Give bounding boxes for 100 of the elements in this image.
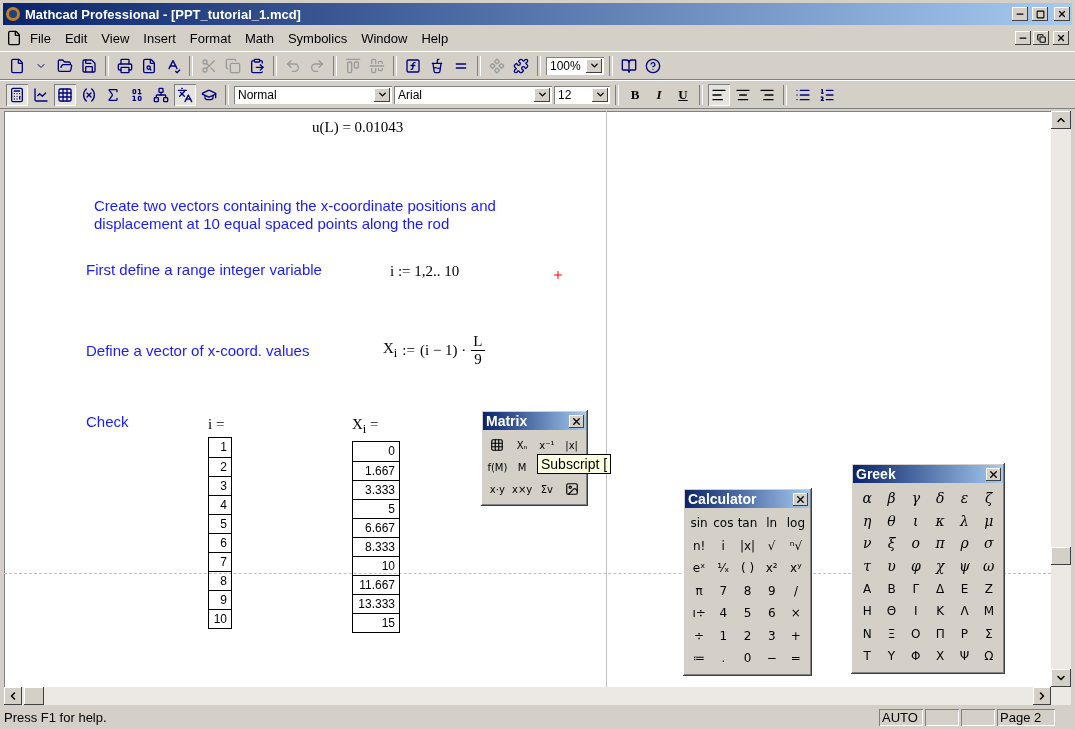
palette-key[interactable]: Κ — [928, 599, 953, 623]
palette-key[interactable]: 5 — [735, 602, 760, 625]
matrix-toolbar-button[interactable] — [54, 83, 76, 106]
palette-key[interactable]: tan — [735, 512, 760, 535]
palette-key[interactable]: n! — [687, 534, 712, 557]
align-left-button[interactable] — [708, 83, 730, 106]
palette-key[interactable]: 3 — [759, 624, 784, 647]
palette-key[interactable]: α — [855, 487, 880, 510]
palette-key[interactable]: Χ — [928, 645, 953, 668]
minimize-button[interactable] — [1012, 7, 1028, 21]
palette-key[interactable]: ε — [952, 487, 977, 510]
palette-key[interactable]: θ — [879, 509, 904, 533]
menu-item[interactable]: Help — [415, 28, 455, 48]
palette-key[interactable]: Xₙ — [509, 434, 535, 456]
palette-key[interactable]: γ — [903, 487, 928, 510]
palette-key[interactable]: ο — [903, 532, 928, 555]
palette-key[interactable]: + — [783, 624, 808, 647]
menu-item[interactable]: View — [95, 28, 136, 48]
palette-key[interactable]: κ — [928, 509, 953, 533]
palette-key[interactable]: i — [711, 534, 736, 557]
palette-key[interactable]: Α — [855, 577, 880, 600]
greek-letters-toolbar-button[interactable] — [174, 83, 196, 106]
palette-key[interactable]: Β — [879, 577, 904, 600]
palette-key[interactable]: ÷ — [687, 624, 712, 647]
restore-button[interactable] — [1033, 31, 1049, 45]
palette-key[interactable]: λ — [952, 509, 977, 533]
palette-key[interactable]: x×y — [509, 478, 535, 500]
palette-key[interactable]: Σv — [534, 478, 560, 500]
palette-key[interactable]: υ — [879, 554, 904, 578]
palette-key[interactable]: Ι — [903, 599, 928, 623]
scroll-right-button[interactable] — [1033, 687, 1051, 705]
palette-key[interactable]: Φ — [903, 645, 928, 668]
palette-key[interactable]: Ζ — [976, 577, 1001, 600]
palette-key[interactable]: π — [687, 579, 712, 602]
palette-key[interactable]: ζ — [976, 487, 1001, 510]
palette-key[interactable]: 4 — [711, 602, 736, 625]
palette-key[interactable]: Λ — [952, 599, 977, 623]
palette-key[interactable]: ⁿ√ — [783, 534, 808, 557]
palette-key[interactable]: log — [783, 512, 808, 535]
palette-key[interactable]: √ — [759, 534, 784, 557]
palette-key[interactable]: Σ — [976, 622, 1001, 646]
palette-key[interactable]: . — [711, 647, 736, 670]
palette-key[interactable]: = — [783, 647, 808, 670]
palette-key[interactable]: π — [928, 532, 953, 555]
palette-key[interactable]: Ρ — [952, 622, 977, 646]
zoom-dropdown[interactable]: 100% — [546, 56, 604, 75]
palette-key[interactable]: δ — [928, 487, 953, 510]
close-button[interactable] — [569, 414, 584, 428]
close-button[interactable] — [1054, 7, 1070, 21]
palette-key[interactable]: |x| — [559, 434, 584, 456]
palette-key[interactable]: Ο — [903, 622, 928, 646]
menu-item[interactable]: Format — [183, 28, 237, 48]
palette-key[interactable]: x·y — [485, 478, 510, 500]
menu-item[interactable]: Insert — [137, 28, 182, 48]
palette-key[interactable]: ι — [903, 509, 928, 533]
scrollbar-thumb[interactable] — [1051, 547, 1071, 565]
font-size-dropdown[interactable]: 12 — [554, 85, 610, 104]
palette-key[interactable]: 9 — [759, 579, 784, 602]
palette-key[interactable]: η — [855, 509, 880, 533]
palette-key[interactable]: ln — [759, 512, 784, 535]
text-style-button[interactable]: U — [672, 83, 694, 106]
menu-item[interactable]: Edit — [58, 28, 94, 48]
palette-key[interactable]: Ψ — [952, 645, 977, 668]
palette-key[interactable]: ≔ — [687, 647, 712, 670]
palette-key[interactable]: σ — [976, 532, 1001, 555]
palette-key[interactable]: / — [783, 579, 808, 602]
palette-key[interactable]: ν — [855, 532, 880, 555]
palette-key[interactable]: × — [783, 602, 808, 625]
palette-key[interactable]: ı÷ — [687, 602, 712, 625]
palette-key[interactable]: eˣ — [687, 557, 712, 580]
palette-key[interactable]: χ — [928, 554, 953, 578]
palette-key[interactable]: μ — [976, 509, 1001, 533]
palette-key[interactable]: x² — [759, 557, 784, 580]
palette-key[interactable]: x⁻¹ — [534, 434, 560, 456]
palette-key[interactable]: Θ — [879, 599, 904, 623]
palette-key[interactable]: τ — [855, 554, 880, 578]
palette-key[interactable]: f(M) — [485, 456, 510, 478]
text-style-button[interactable]: B — [624, 83, 646, 106]
text-style-button[interactable]: I — [648, 83, 670, 106]
palette-key[interactable]: Ω — [976, 645, 1001, 668]
palette-key[interactable]: 0 — [735, 647, 760, 670]
palette-key[interactable]: Μ — [976, 599, 1001, 623]
scrollbar-thumb[interactable] — [24, 687, 44, 705]
palette-key[interactable]: ω — [976, 554, 1001, 578]
font-dropdown[interactable]: Arial — [394, 85, 552, 104]
palette-key[interactable]: 1 — [711, 624, 736, 647]
scroll-left-button[interactable] — [4, 687, 22, 705]
palette-key[interactable]: Η — [855, 599, 880, 623]
palette-key[interactable]: cos — [711, 512, 736, 535]
palette-key[interactable]: xʸ — [783, 557, 808, 580]
palette-key[interactable]: − — [759, 647, 784, 670]
palette-key[interactable]: ξ — [879, 532, 904, 555]
palette-key[interactable]: ( ) — [735, 557, 760, 580]
palette-key[interactable]: β — [879, 487, 904, 510]
palette-key[interactable]: Υ — [879, 645, 904, 668]
palette-key[interactable]: 7 — [711, 579, 736, 602]
scroll-down-button[interactable] — [1051, 669, 1071, 687]
calculator-toolbar-button[interactable] — [6, 83, 28, 106]
menu-item[interactable]: Window — [355, 28, 414, 48]
palette-key[interactable]: sin — [687, 512, 712, 535]
